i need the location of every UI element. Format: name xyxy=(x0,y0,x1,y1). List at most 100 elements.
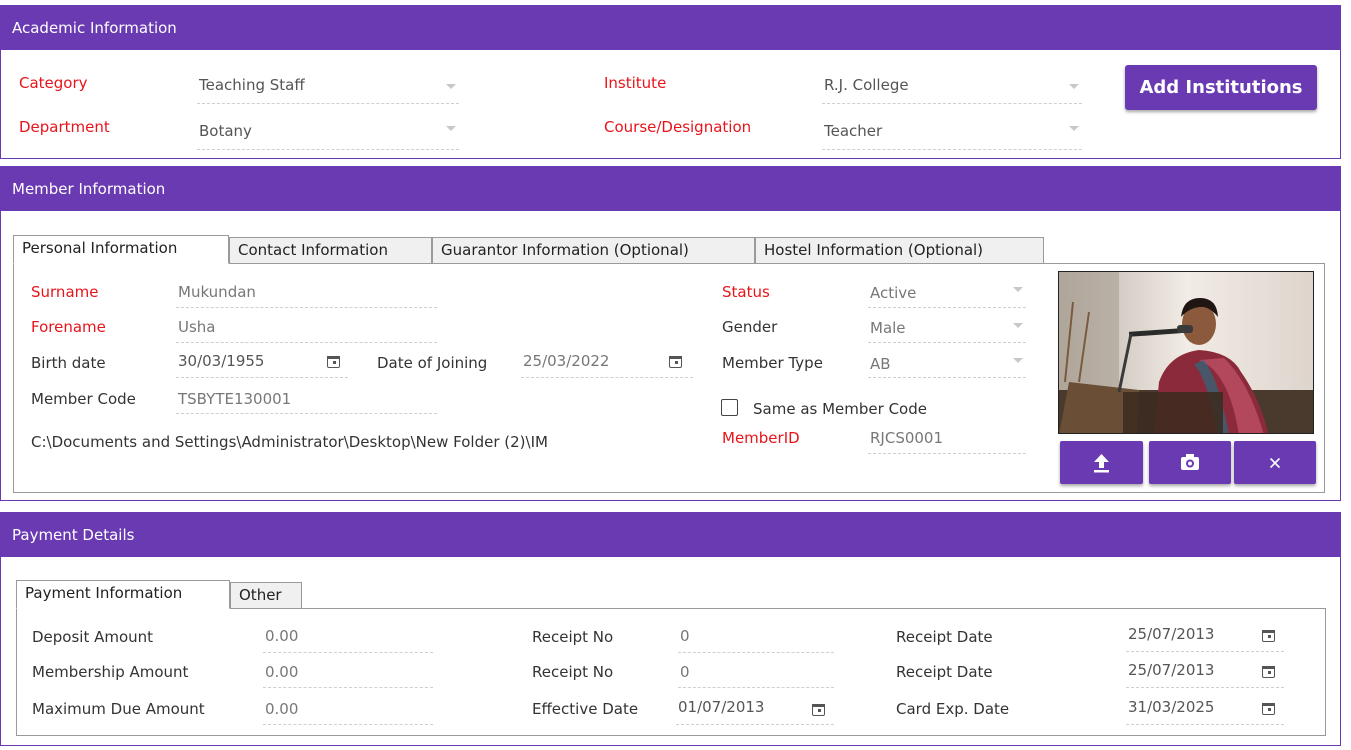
tab-payment-information[interactable]: Payment Information xyxy=(16,580,230,609)
receipt-no-input-1[interactable]: 0 xyxy=(680,627,690,645)
status-label: Status xyxy=(722,283,770,301)
member-type-label: Member Type xyxy=(722,354,823,372)
gender-underline xyxy=(868,342,1026,343)
deposit-amount-input[interactable]: 0.00 xyxy=(265,627,298,645)
calendar-icon[interactable] xyxy=(669,356,682,368)
payment-details-header: Payment Details xyxy=(1,513,1340,557)
calendar-icon[interactable] xyxy=(812,704,825,716)
card-exp-date-input[interactable]: 31/03/2025 xyxy=(1128,698,1214,716)
department-select[interactable]: Botany xyxy=(199,122,252,140)
course-designation-underline xyxy=(822,149,1082,150)
camera-icon xyxy=(1181,454,1199,470)
receipt-date-label-1: Receipt Date xyxy=(896,628,993,646)
surname-label: Surname xyxy=(31,283,99,301)
chevron-down-icon xyxy=(446,126,456,131)
receipt-no-input-2[interactable]: 0 xyxy=(680,663,690,681)
chevron-down-icon xyxy=(1013,287,1023,292)
maximum-due-amount-underline xyxy=(263,724,433,725)
forename-label: Forename xyxy=(31,318,106,336)
member-code-input[interactable]: TSBYTE130001 xyxy=(178,390,291,408)
receipt-date-input-2[interactable]: 25/07/2013 xyxy=(1128,661,1214,679)
calendar-icon[interactable] xyxy=(1262,666,1275,678)
receipt-no-underline-1 xyxy=(678,652,834,653)
tab-hostel-information[interactable]: Hostel Information (Optional) xyxy=(755,237,1044,264)
calendar-icon[interactable] xyxy=(1262,630,1275,642)
calendar-icon[interactable] xyxy=(327,356,340,368)
status-select[interactable]: Active xyxy=(870,284,916,302)
member-type-select[interactable]: AB xyxy=(870,355,891,373)
institute-select[interactable]: R.J. College xyxy=(824,76,909,94)
effective-date-input[interactable]: 01/07/2013 xyxy=(678,698,764,716)
memberid-input[interactable]: RJCS0001 xyxy=(870,429,943,447)
card-exp-date-underline xyxy=(1126,724,1284,725)
upload-photo-button[interactable] xyxy=(1060,441,1143,484)
membership-amount-label: Membership Amount xyxy=(32,663,189,681)
status-underline xyxy=(868,307,1026,308)
add-institutions-button[interactable]: Add Institutions xyxy=(1125,65,1317,110)
receipt-date-label-2: Receipt Date xyxy=(896,663,993,681)
date-of-joining-label: Date of Joining xyxy=(377,354,488,372)
maximum-due-amount-input[interactable]: 0.00 xyxy=(265,700,298,718)
membership-amount-input[interactable]: 0.00 xyxy=(265,663,298,681)
birth-date-underline xyxy=(176,377,348,378)
memberid-underline xyxy=(868,453,1026,454)
surname-input[interactable]: Mukundan xyxy=(178,283,256,301)
tab-personal-information[interactable]: Personal Information xyxy=(13,235,229,264)
deposit-amount-label: Deposit Amount xyxy=(32,628,154,646)
photo-path-text: C:\Documents and Settings\Administrator\… xyxy=(31,433,548,451)
receipt-date-underline-2 xyxy=(1126,687,1284,688)
tab-other[interactable]: Other xyxy=(230,582,302,609)
calendar-icon[interactable] xyxy=(1262,703,1275,715)
course-designation-label: Course/Designation xyxy=(604,118,752,136)
department-label: Department xyxy=(19,118,110,136)
camera-photo-button[interactable] xyxy=(1149,441,1231,484)
upload-icon xyxy=(1094,454,1109,473)
chevron-down-icon xyxy=(1069,84,1079,89)
receipt-no-label-2: Receipt No xyxy=(532,663,614,681)
member-photo-image xyxy=(1059,272,1313,433)
same-as-member-code-label: Same as Member Code xyxy=(753,400,927,418)
maximum-due-amount-label: Maximum Due Amount xyxy=(32,700,205,718)
chevron-down-icon xyxy=(1069,126,1079,131)
effective-date-underline xyxy=(676,724,834,725)
institute-underline xyxy=(822,103,1082,104)
member-information-header: Member Information xyxy=(1,167,1340,211)
memberid-label: MemberID xyxy=(722,429,800,447)
gender-select[interactable]: Male xyxy=(870,319,906,337)
institute-label: Institute xyxy=(604,74,667,92)
category-select[interactable]: Teaching Staff xyxy=(199,76,305,94)
remove-photo-button[interactable] xyxy=(1234,441,1316,484)
academic-information-header: Academic Information xyxy=(1,6,1340,50)
member-information-section: Member Information Personal Information … xyxy=(0,166,1341,501)
department-underline xyxy=(197,149,459,150)
forename-input[interactable]: Usha xyxy=(178,318,216,336)
birth-date-input[interactable]: 30/03/1955 xyxy=(178,352,264,370)
category-underline xyxy=(197,103,459,104)
category-label: Category xyxy=(19,74,88,92)
same-as-member-code-checkbox[interactable] xyxy=(721,399,738,416)
academic-information-section: Academic Information Category Teaching S… xyxy=(0,5,1341,159)
member-photo xyxy=(1058,271,1314,434)
tab-contact-information[interactable]: Contact Information xyxy=(229,237,432,264)
receipt-no-underline-2 xyxy=(678,687,834,688)
membership-amount-underline xyxy=(263,687,433,688)
add-institutions-label: Add Institutions xyxy=(1139,77,1303,98)
chevron-down-icon xyxy=(1013,323,1023,328)
receipt-no-label-1: Receipt No xyxy=(532,628,614,646)
date-of-joining-input[interactable]: 25/03/2022 xyxy=(523,352,609,370)
deposit-amount-underline xyxy=(263,652,433,653)
birth-date-label: Birth date xyxy=(31,354,106,372)
gender-label: Gender xyxy=(722,318,778,336)
receipt-date-input-1[interactable]: 25/07/2013 xyxy=(1128,625,1214,643)
member-code-underline xyxy=(176,413,437,414)
course-designation-select[interactable]: Teacher xyxy=(824,122,882,140)
chevron-down-icon xyxy=(1013,358,1023,363)
member-type-underline xyxy=(868,377,1026,378)
date-of-joining-underline xyxy=(521,377,693,378)
payment-details-section: Payment Details Payment Information Othe… xyxy=(0,512,1341,746)
receipt-date-underline-1 xyxy=(1126,651,1284,652)
tab-guarantor-information[interactable]: Guarantor Information (Optional) xyxy=(432,237,755,264)
chevron-down-icon xyxy=(446,84,456,89)
effective-date-label: Effective Date xyxy=(532,700,639,718)
forename-underline xyxy=(176,342,437,343)
